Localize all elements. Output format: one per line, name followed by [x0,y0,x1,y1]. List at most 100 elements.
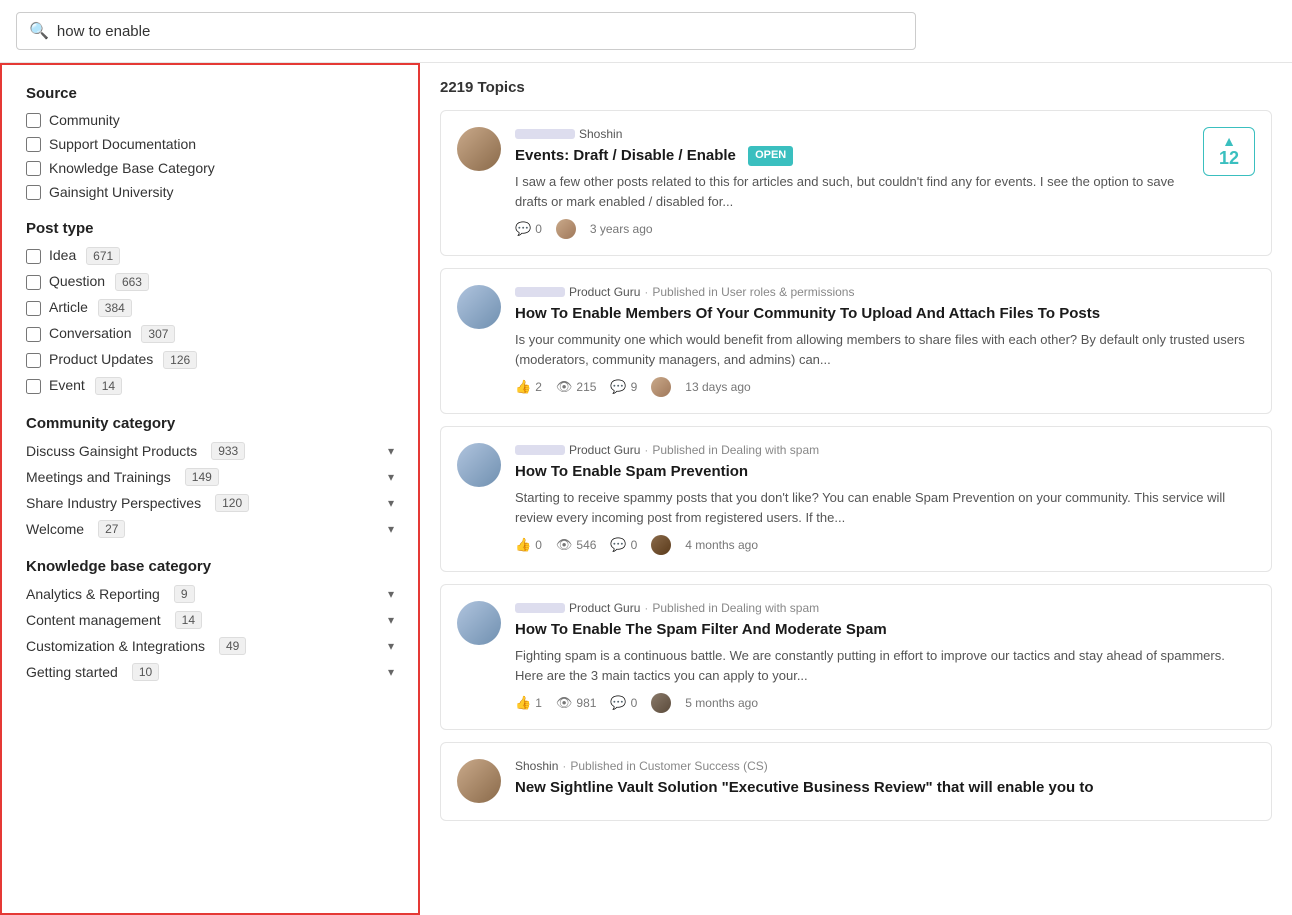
topic-card-1[interactable]: Shoshin Events: Draft / Disable / Enable… [440,110,1272,256]
community-cat-welcome-badge: 27 [98,520,125,538]
kb-cat-getting-started-badge: 10 [132,663,159,681]
topic-stats-2: 👍 2 👁 215 💬 9 13 days ago [515,377,1255,397]
community-cat-welcome[interactable]: Welcome 27 ▾ [26,520,394,538]
vote-arrow-up-1[interactable]: ▲ [1222,134,1236,148]
topic-card-4[interactable]: Product Guru · Published in Dealing with… [440,584,1272,730]
post-type-article-badge: 384 [98,299,132,317]
page-wrapper: 🔍 Source Community Support Documentation [0,0,1292,915]
post-type-idea-item[interactable]: Idea 671 [26,247,394,265]
comment-icon-1: 💬 [515,221,531,237]
topic-excerpt-1: I saw a few other posts related to this … [515,172,1189,211]
post-type-question-item[interactable]: Question 663 [26,273,394,291]
stat-views-3: 👁 546 [556,537,597,553]
topic-title-5[interactable]: New Sightline Vault Solution "Executive … [515,777,1255,798]
source-community-item[interactable]: Community [26,112,394,128]
source-community-checkbox[interactable] [26,113,41,128]
topic-card-2[interactable]: Product Guru · Published in User roles &… [440,268,1272,414]
post-type-conversation-item[interactable]: Conversation 307 [26,325,394,343]
post-type-article-item[interactable]: Article 384 [26,299,394,317]
topic-title-1[interactable]: Events: Draft / Disable / Enable OPEN [515,145,1189,166]
topic-title-2[interactable]: How To Enable Members Of Your Community … [515,303,1255,324]
community-cat-welcome-arrow[interactable]: ▾ [388,522,394,536]
kb-cat-getting-started[interactable]: Getting started 10 ▾ [26,663,394,681]
community-cat-share-industry-label: Share Industry Perspectives [26,495,201,511]
main-layout: Source Community Support Documentation K… [0,63,1292,915]
kb-cat-customization-label: Customization & Integrations [26,638,205,654]
topic-title-3[interactable]: How To Enable Spam Prevention [515,461,1255,482]
post-type-idea-label: Idea 671 [49,247,120,265]
source-kb-category-item[interactable]: Knowledge Base Category [26,160,394,176]
kb-cat-analytics-label: Analytics & Reporting [26,586,160,602]
stat-comments-2: 💬 9 [610,379,637,395]
stat-time-3: 4 months ago [685,538,758,552]
community-cat-share-industry-badge: 120 [215,494,249,512]
source-support-doc-item[interactable]: Support Documentation [26,136,394,152]
topic-author-4: Product Guru [569,601,640,615]
post-type-conversation-checkbox[interactable] [26,327,41,342]
post-type-conversation-badge: 307 [141,325,175,343]
source-kb-category-checkbox[interactable] [26,161,41,176]
topic-card-3[interactable]: Product Guru · Published in Dealing with… [440,426,1272,572]
kb-cat-content-mgmt-badge: 14 [175,611,202,629]
post-type-article-label: Article 384 [49,299,132,317]
post-type-question-checkbox[interactable] [26,275,41,290]
topic-body-1: Shoshin Events: Draft / Disable / Enable… [515,127,1189,239]
kb-cat-analytics[interactable]: Analytics & Reporting 9 ▾ [26,585,394,603]
meta-blur-4 [515,603,565,613]
post-type-event-badge: 14 [95,377,122,395]
vote-box-1[interactable]: ▲ 12 [1203,127,1255,176]
post-type-product-updates-checkbox[interactable] [26,353,41,368]
topic-stats-4: 👍 1 👁 981 💬 0 5 months ago [515,693,1255,713]
post-type-article-checkbox[interactable] [26,301,41,316]
topic-stats-3: 👍 0 👁 546 💬 0 4 months ago [515,535,1255,555]
source-gainsight-uni-item[interactable]: Gainsight University [26,184,394,200]
kb-cat-content-mgmt-arrow[interactable]: ▾ [388,613,394,627]
post-type-product-updates-badge: 126 [163,351,197,369]
source-title: Source [26,85,394,102]
community-cat-share-industry-arrow[interactable]: ▾ [388,496,394,510]
kb-cat-content-mgmt[interactable]: Content management 14 ▾ [26,611,394,629]
stat-avatar-2 [651,377,671,397]
stat-avatar-4 [651,693,671,713]
topic-body-4: Product Guru · Published in Dealing with… [515,601,1255,713]
post-type-event-item[interactable]: Event 14 [26,377,394,395]
kb-cat-getting-started-arrow[interactable]: ▾ [388,665,394,679]
topic-body-5: Shoshin · Published in Customer Success … [515,759,1255,804]
kb-cat-analytics-arrow[interactable]: ▾ [388,587,394,601]
view-icon-2: 👁 [556,379,573,395]
post-type-question-label: Question 663 [49,273,149,291]
source-gainsight-uni-checkbox[interactable] [26,185,41,200]
search-input[interactable] [57,23,903,40]
topic-card-5[interactable]: Shoshin · Published in Customer Success … [440,742,1272,821]
topic-stats-1: 💬 0 3 years ago [515,219,1189,239]
source-support-doc-label: Support Documentation [49,136,196,152]
post-type-title: Post type [26,220,394,237]
stat-views-2: 👁 215 [556,379,597,395]
kb-cat-customization[interactable]: Customization & Integrations 49 ▾ [26,637,394,655]
kb-cat-analytics-badge: 9 [174,585,195,603]
topic-title-4[interactable]: How To Enable The Spam Filter And Modera… [515,619,1255,640]
community-cat-discuss-arrow[interactable]: ▾ [388,444,394,458]
search-icon: 🔍 [29,21,49,41]
community-cat-discuss[interactable]: Discuss Gainsight Products 933 ▾ [26,442,394,460]
topic-body-3: Product Guru · Published in Dealing with… [515,443,1255,555]
search-bar: 🔍 [16,12,916,50]
topic-published-3: Published in Dealing with spam [652,443,819,457]
source-community-label: Community [49,112,120,128]
community-cat-meetings-badge: 149 [185,468,219,486]
community-category-title: Community category [26,415,394,432]
community-cat-meetings[interactable]: Meetings and Trainings 149 ▾ [26,468,394,486]
kb-cat-customization-arrow[interactable]: ▾ [388,639,394,653]
topic-excerpt-3: Starting to receive spammy posts that yo… [515,488,1255,527]
post-type-idea-checkbox[interactable] [26,249,41,264]
source-kb-category-label: Knowledge Base Category [49,160,215,176]
kb-cat-customization-badge: 49 [219,637,246,655]
meta-blur-3 [515,445,565,455]
like-icon-3: 👍 [515,537,531,553]
community-cat-meetings-arrow[interactable]: ▾ [388,470,394,484]
community-cat-discuss-badge: 933 [211,442,245,460]
community-cat-share-industry[interactable]: Share Industry Perspectives 120 ▾ [26,494,394,512]
source-support-doc-checkbox[interactable] [26,137,41,152]
post-type-event-checkbox[interactable] [26,379,41,394]
post-type-product-updates-item[interactable]: Product Updates 126 [26,351,394,369]
